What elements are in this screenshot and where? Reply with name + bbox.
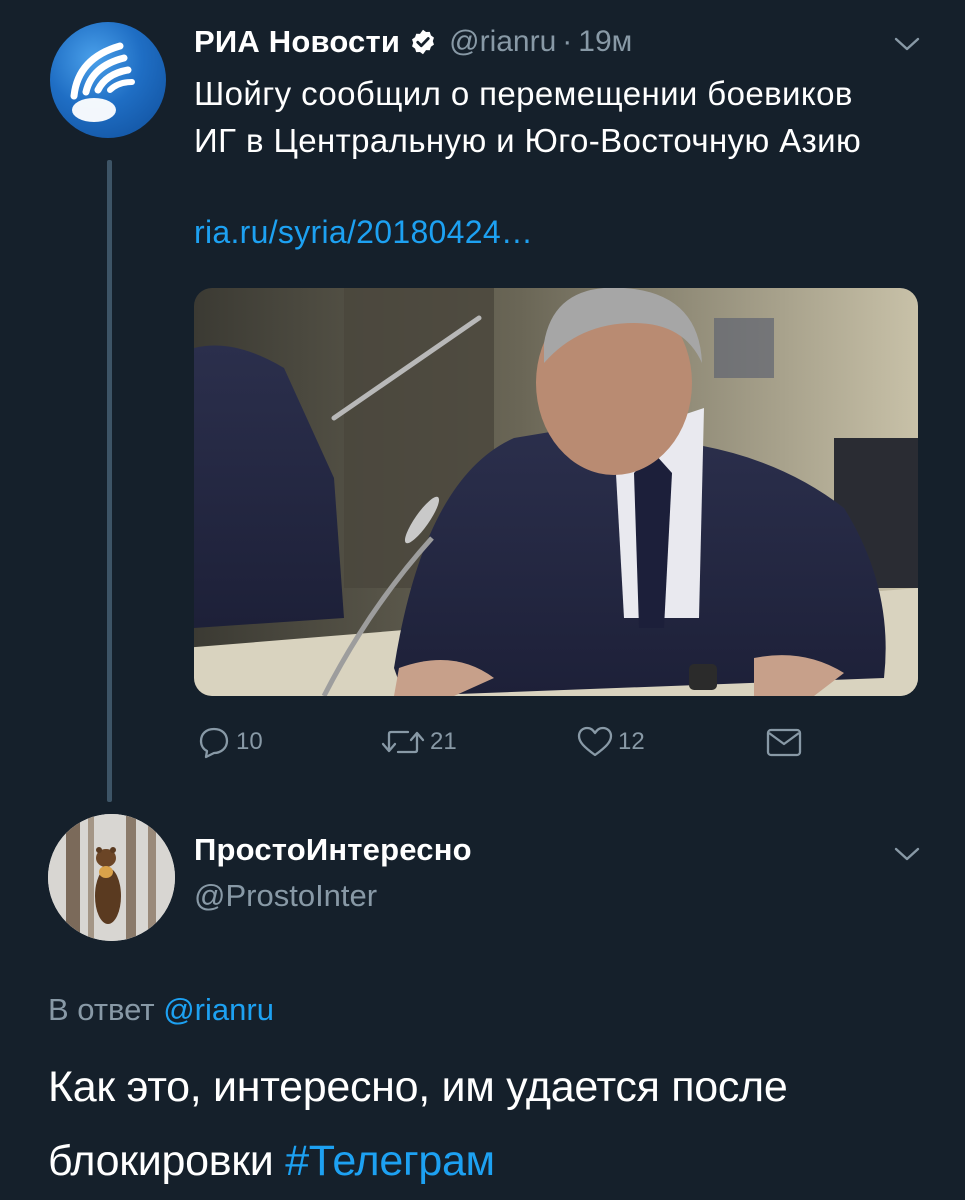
marten-photo-avatar — [48, 814, 175, 941]
tweet-text: Шойгу сообщил о перемещении боевиков ИГ … — [194, 75, 862, 159]
reply-text: Как это, интересно, им удается после бло… — [48, 1050, 948, 1198]
chevron-down-icon — [894, 847, 920, 861]
replying-to: В ответ @rianru — [48, 992, 274, 1028]
reply-menu-button[interactable] — [892, 844, 922, 869]
hashtag-link[interactable]: #Телеграм — [285, 1137, 495, 1185]
tweet-timestamp[interactable]: 19м — [578, 25, 632, 59]
tweet-menu-button[interactable] — [892, 34, 922, 59]
mail-icon — [766, 728, 802, 757]
ria-logo-icon — [70, 42, 135, 122]
reply-to-prefix: В ответ — [48, 992, 155, 1027]
verified-badge-icon — [412, 29, 435, 55]
retweet-action[interactable]: 21 — [380, 722, 457, 762]
author-handle[interactable]: @rianru — [449, 25, 556, 59]
photo-minister-at-table — [194, 288, 918, 696]
reply-author-handle[interactable]: @ProstoInter — [194, 878, 377, 914]
reply-action[interactable]: 10 — [196, 722, 263, 762]
heart-icon — [577, 726, 613, 757]
retweet-icon — [381, 730, 425, 754]
prosto-avatar[interactable] — [48, 814, 175, 941]
ria-avatar[interactable] — [50, 22, 166, 138]
tweet-link[interactable]: ria.ru/syria/20180424… — [194, 214, 533, 251]
chevron-down-icon — [894, 37, 920, 51]
author-name[interactable]: РИА Новости — [194, 24, 400, 60]
direct-message-action[interactable] — [764, 722, 804, 762]
reply-to-handle-link[interactable]: @rianru — [163, 992, 274, 1027]
like-action[interactable]: 12 — [576, 722, 645, 762]
tweet-header: РИА Новости @rianru · 19м — [194, 22, 632, 62]
reply-count: 10 — [236, 728, 263, 755]
reply-author-name[interactable]: ПростоИнтересно — [194, 832, 472, 868]
thread-connector — [107, 160, 112, 802]
reply-icon — [199, 727, 229, 759]
tweet-photo[interactable] — [194, 288, 918, 696]
retweet-count: 21 — [430, 728, 457, 755]
like-count: 12 — [618, 728, 645, 755]
separator-dot: · — [562, 25, 573, 58]
